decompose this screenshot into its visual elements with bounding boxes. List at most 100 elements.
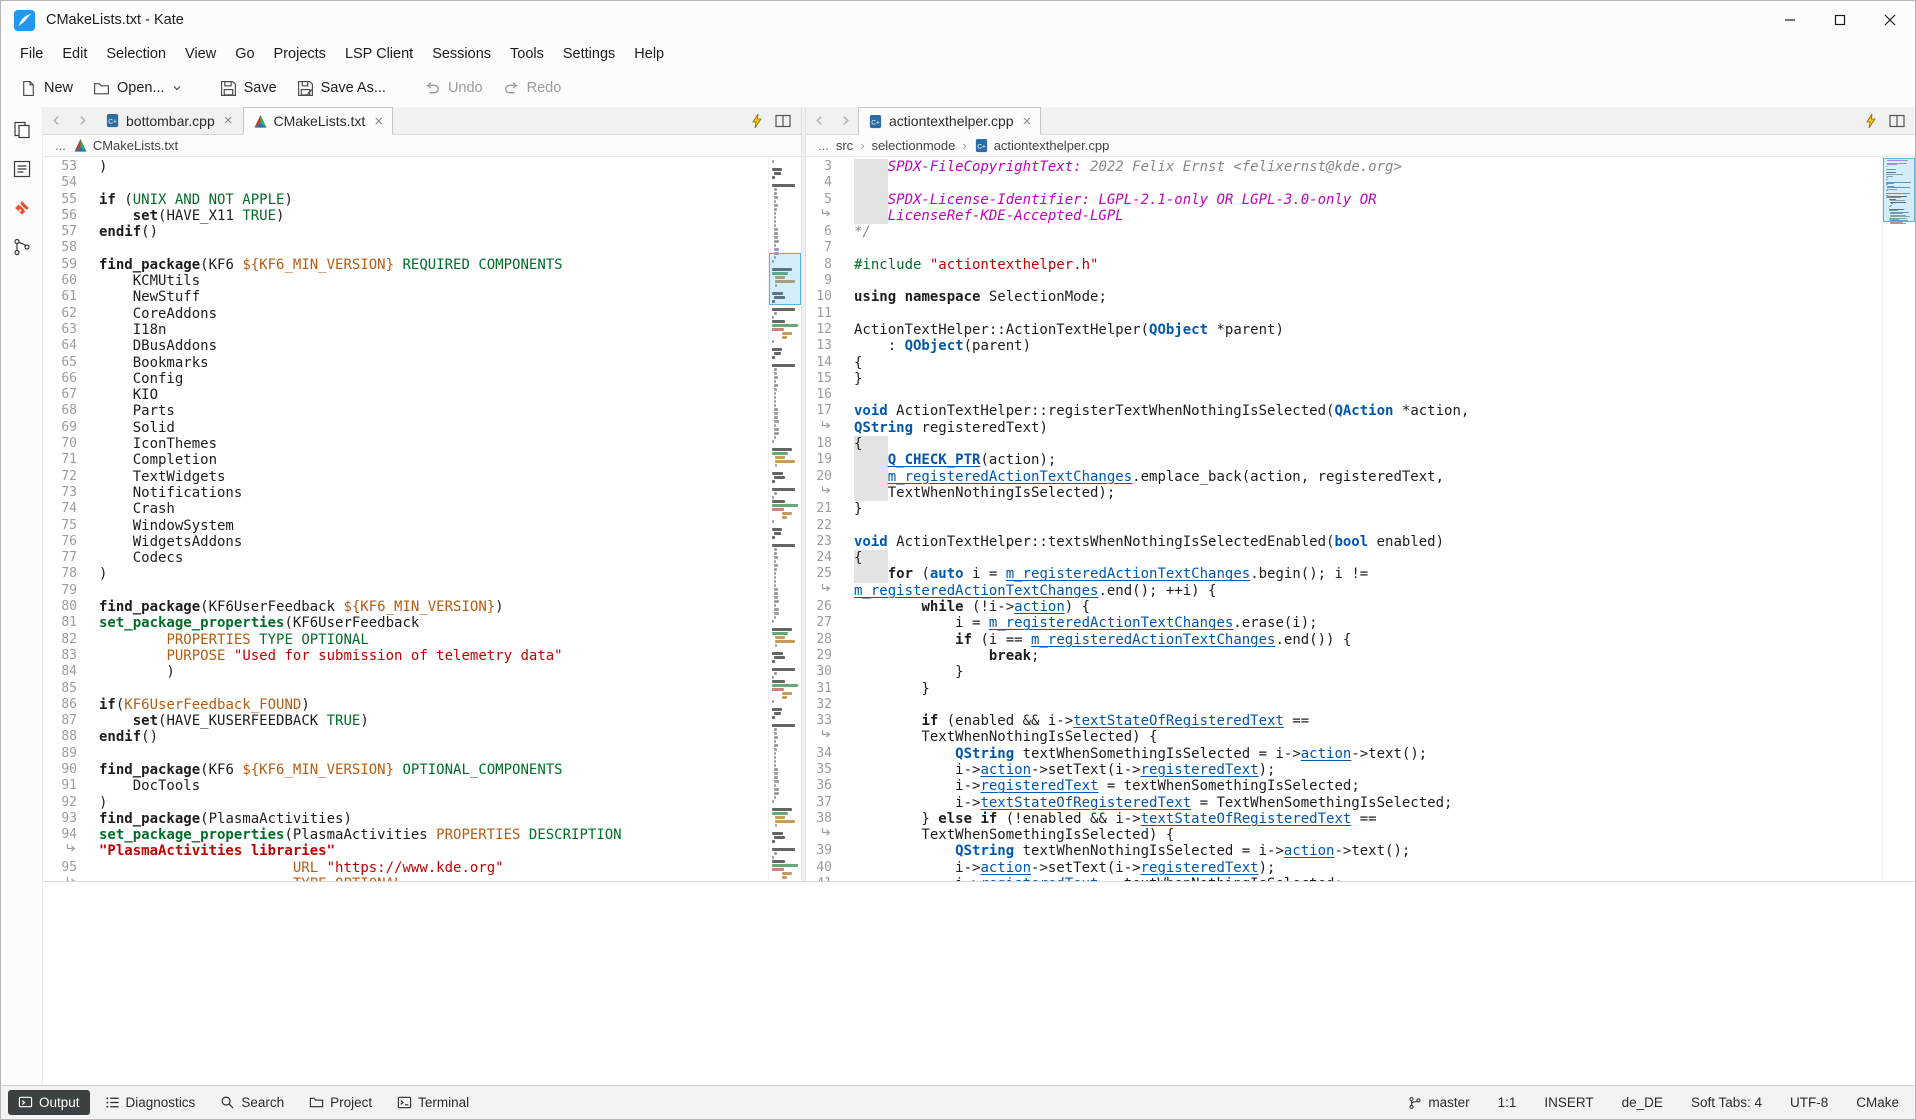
statusbar-project-button[interactable]: Project — [299, 1090, 382, 1115]
tab-scroll-left-icon[interactable] — [806, 107, 832, 134]
statusbar-diagnostics-button[interactable]: Diagnostics — [95, 1090, 206, 1115]
breadcrumb-item-src[interactable]: src — [836, 138, 853, 153]
line-number: 3 — [806, 159, 842, 175]
menu-go[interactable]: Go — [226, 42, 263, 66]
code-text: i = m_registeredActionTextChanges.erase(… — [854, 615, 1882, 631]
breadcrumb-item-actiontexthelper.cpp[interactable]: C+actiontexthelper.cpp — [974, 138, 1110, 153]
statusbar-output-button[interactable]: Output — [8, 1090, 90, 1115]
maximize-button[interactable] — [1815, 1, 1865, 39]
line-number: 62 — [43, 306, 87, 322]
code-line: 13 : QObject(parent) — [806, 338, 1882, 354]
code-text: */ — [854, 224, 1882, 240]
split-view-icon[interactable] — [1889, 114, 1905, 128]
statusbar-search-button[interactable]: Search — [210, 1090, 294, 1115]
breadcrumb-item-selectionmode[interactable]: selectionmode — [872, 138, 956, 153]
code-line: 86if(KF6UserFeedback_FOUND) — [43, 697, 768, 713]
minimap-viewport[interactable] — [1883, 158, 1915, 222]
quick-actions-icon[interactable] — [751, 113, 763, 129]
close-button[interactable] — [1865, 1, 1915, 39]
minimap-mark — [782, 872, 793, 875]
minimap-viewport[interactable] — [769, 253, 801, 305]
statusbar-tab-settings[interactable]: Soft Tabs: 4 — [1691, 1095, 1762, 1110]
tab-scroll-left-icon[interactable] — [43, 107, 69, 134]
code-text — [99, 240, 768, 256]
menu-projects[interactable]: Projects — [265, 42, 335, 66]
code-text: if (UNIX AND NOT APPLE) — [99, 192, 768, 208]
code-text: Config — [99, 371, 768, 387]
redo-button[interactable]: Redo — [494, 74, 571, 103]
code-text: } else if (!enabled && i->textStateOfReg… — [854, 811, 1882, 827]
statusbar-encoding[interactable]: UTF-8 — [1790, 1095, 1828, 1110]
statusbar-terminal-button[interactable]: Terminal — [387, 1090, 479, 1115]
tab-scroll-right-icon[interactable] — [69, 107, 95, 134]
tab-bottombar.cpp[interactable]: C+bottombar.cpp× — [95, 107, 243, 134]
save-button[interactable]: Save — [211, 74, 286, 103]
minimap-mark — [772, 840, 775, 843]
breadcrumb-overflow-button[interactable]: ... — [55, 138, 66, 153]
documents-toolview-button[interactable] — [7, 115, 37, 145]
menu-settings[interactable]: Settings — [554, 42, 624, 66]
gutter-padding — [87, 534, 99, 550]
editor-cmakelists[interactable]: 53)5455if (UNIX AND NOT APPLE)56 set(HAV… — [43, 157, 768, 881]
split-view-icon[interactable] — [775, 114, 791, 128]
code-text: "PlasmaActivities libraries" — [99, 843, 768, 859]
menu-tools[interactable]: Tools — [501, 42, 553, 66]
menu-help[interactable]: Help — [625, 42, 673, 66]
code-text: QString textWhenNothingIsSelected = i->a… — [854, 843, 1882, 859]
line-wrap-icon — [806, 485, 842, 501]
code-text: break; — [854, 648, 1882, 664]
minimap-mark — [774, 712, 782, 715]
tab-close-icon[interactable]: × — [374, 114, 383, 129]
menu-sessions[interactable]: Sessions — [423, 42, 500, 66]
code-line: 15} — [806, 371, 1882, 387]
minimap-mark — [774, 200, 776, 203]
gutter-padding — [842, 713, 854, 729]
gutter-padding — [842, 355, 854, 371]
new-button[interactable]: New — [11, 74, 82, 103]
line-number: 13 — [806, 338, 842, 354]
minimap-scrollbar-right[interactable] — [1882, 157, 1915, 881]
statusbar-dictionary[interactable]: de_DE — [1622, 1095, 1663, 1110]
statusbar-input-mode[interactable]: INSERT — [1544, 1095, 1593, 1110]
tab-actiontexthelper.cpp[interactable]: C+actiontexthelper.cpp× — [858, 107, 1041, 135]
minimap-scrollbar-left[interactable] — [768, 157, 801, 881]
tab-close-icon[interactable]: × — [224, 113, 233, 128]
tab-scroll-right-icon[interactable] — [832, 107, 858, 134]
symbols-toolview-button[interactable] — [7, 154, 37, 184]
toolbar-button-label: Redo — [527, 80, 562, 96]
line-number: 89 — [43, 746, 87, 762]
minimize-button[interactable] — [1765, 1, 1815, 39]
minimap-mark — [774, 572, 777, 575]
tab-close-icon[interactable]: × — [1023, 114, 1032, 129]
git-toolview-button[interactable] — [7, 193, 37, 223]
statusbar-cursor-position[interactable]: 1:1 — [1498, 1095, 1517, 1110]
breadcrumb-item-CMakeLists.txt[interactable]: CMakeLists.txt — [73, 138, 178, 153]
main-area: C+bottombar.cpp×CMakeLists.txt× ...CMake… — [1, 107, 1915, 1085]
minimap-mark — [774, 228, 778, 231]
menu-selection[interactable]: Selection — [97, 42, 175, 66]
menu-file[interactable]: File — [11, 42, 52, 66]
code-text: KCMUtils — [99, 273, 768, 289]
line-number: 60 — [43, 273, 87, 289]
line-number: 16 — [806, 387, 842, 403]
gutter-padding — [842, 518, 854, 534]
statusbar-highlight-mode[interactable]: CMake — [1856, 1095, 1899, 1110]
menu-view[interactable]: View — [176, 42, 225, 66]
code-line: 63 I18n — [43, 322, 768, 338]
open-button[interactable]: Open... — [84, 74, 191, 103]
breadcrumb-overflow-button[interactable]: ... — [818, 138, 829, 153]
tab-CMakeLists.txt[interactable]: CMakeLists.txt× — [243, 107, 394, 135]
code-line: 75 WindowSystem — [43, 518, 768, 534]
menu-edit[interactable]: Edit — [53, 42, 96, 66]
menu-lsp-client[interactable]: LSP Client — [336, 42, 422, 66]
undo-button[interactable]: Undo — [415, 74, 492, 103]
version-control-toolview-button[interactable] — [7, 232, 37, 262]
code-text: Crash — [99, 501, 768, 517]
quick-actions-icon[interactable] — [1865, 113, 1877, 129]
code-text: find_package(KF6 ${KF6_MIN_VERSION} REQU… — [99, 257, 768, 273]
save-as-button[interactable]: Save As... — [288, 74, 395, 103]
code-text — [99, 175, 768, 191]
statusbar-button-label: Output — [39, 1095, 80, 1110]
editor-actiontexthelper[interactable]: 3 SPDX-FileCopyrightText: 2022 Felix Ern… — [806, 157, 1882, 881]
statusbar-git-branch-status[interactable]: master — [1408, 1095, 1469, 1110]
